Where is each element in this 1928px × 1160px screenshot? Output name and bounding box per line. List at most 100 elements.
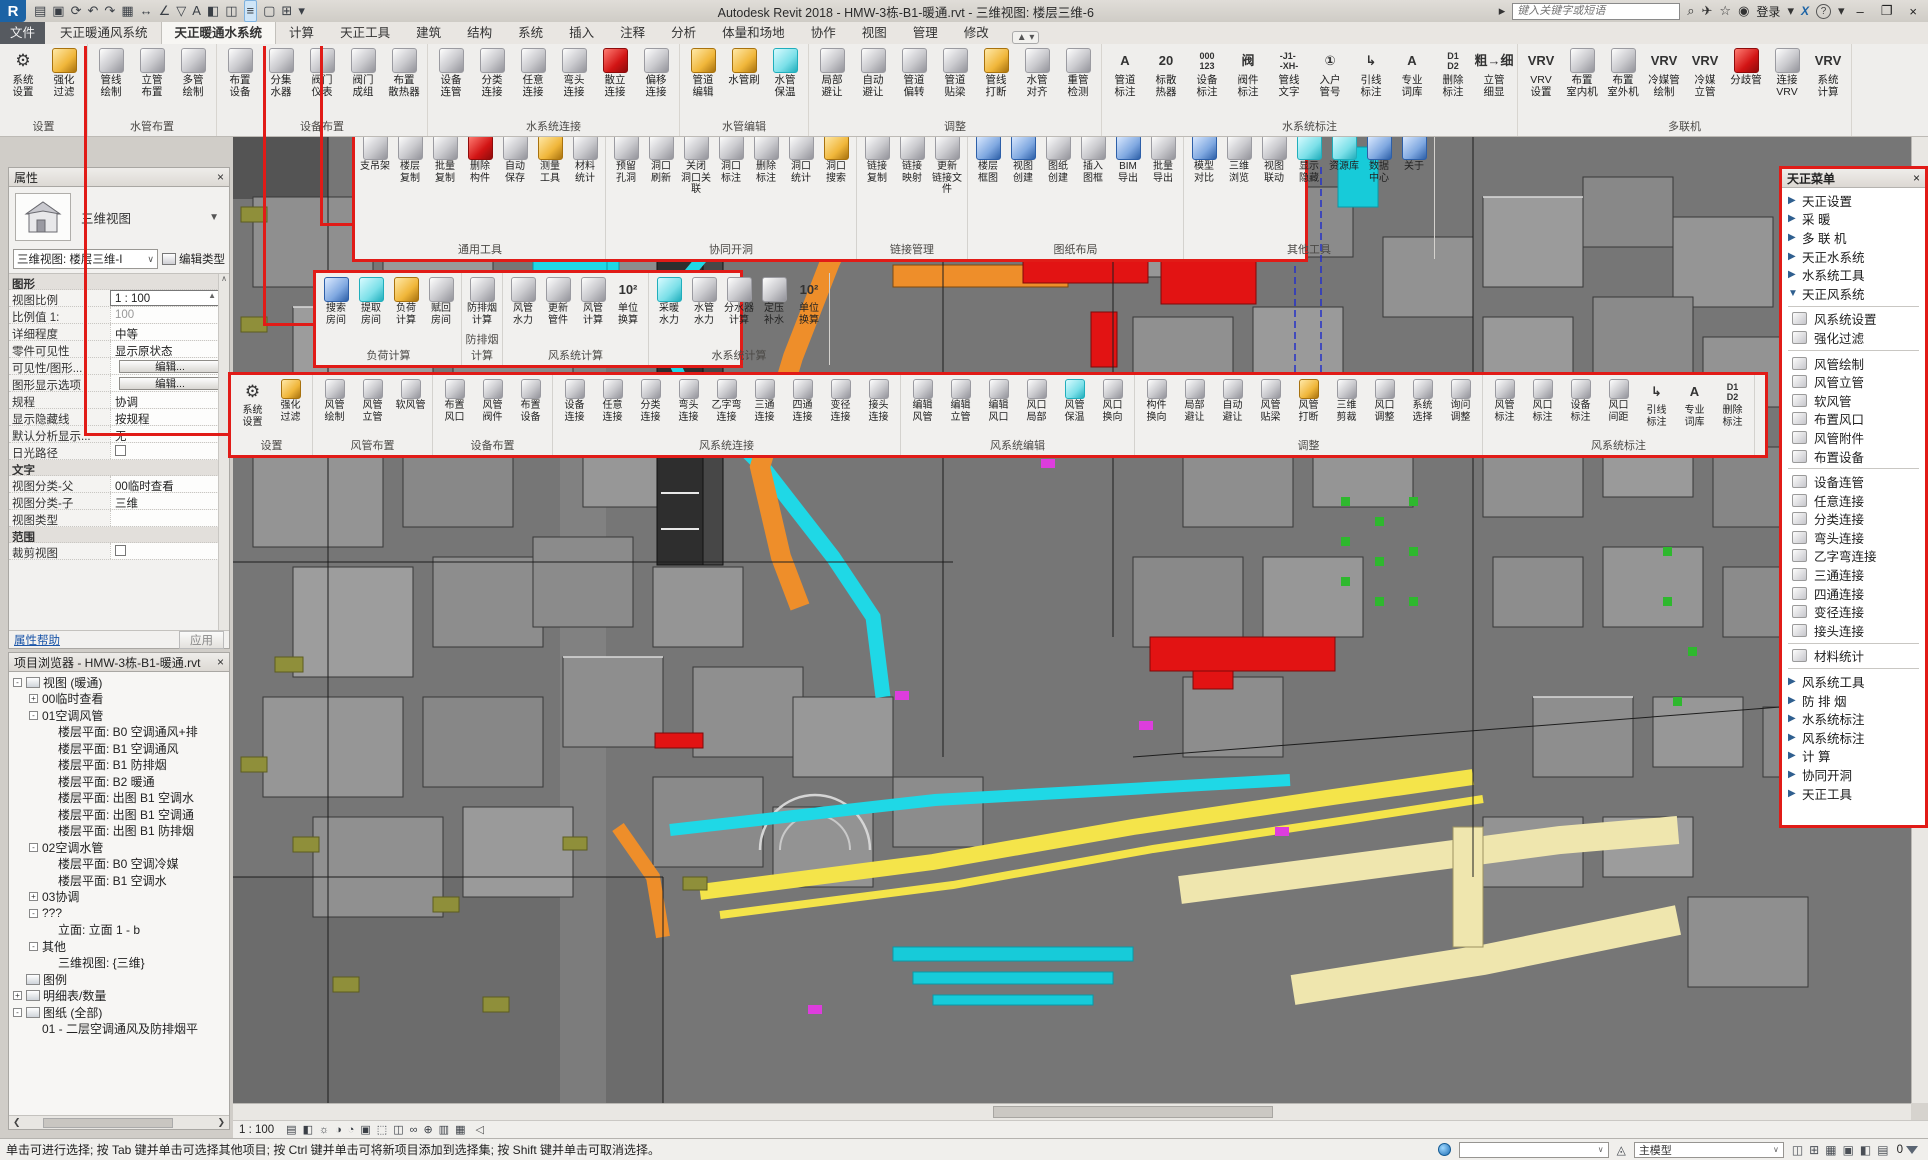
button-引线标注[interactable]: ↳引线 标注 <box>1638 377 1675 428</box>
prop-value[interactable]: 按规程 <box>110 409 229 425</box>
reveal-hidden-icon[interactable]: ⊕ <box>423 1123 432 1136</box>
button-风管阀件[interactable]: 风管 阀件 <box>474 377 511 423</box>
button-连接VRV[interactable]: 连接 VRV <box>1767 46 1807 98</box>
prop-section-文字[interactable]: 文字⌃ <box>9 460 229 476</box>
expand-icon[interactable]: - <box>29 843 38 852</box>
button-任意连接[interactable]: 任意 连接 <box>594 377 631 423</box>
button-变径连接[interactable]: 变径 连接 <box>822 377 859 423</box>
button-询问调整[interactable]: 询问 调整 <box>1442 377 1479 423</box>
button-分集水器[interactable]: 分集 水器 <box>261 46 301 98</box>
type-caret-icon[interactable]: ▼ <box>209 212 219 223</box>
prop-value[interactable] <box>110 443 229 459</box>
prop-value[interactable]: 1 : 100▲▼ <box>110 290 229 306</box>
tree-item[interactable]: -图纸 (全部) <box>9 1004 229 1021</box>
button-构件换向[interactable]: 构件 换向 <box>1138 377 1175 423</box>
button-预留孔洞[interactable]: 预留 孔洞 <box>609 133 643 184</box>
tab-天正工具[interactable]: 天正工具 <box>327 19 403 44</box>
button-布置设备[interactable]: 布置 设备 <box>512 377 549 423</box>
button-风管标注[interactable]: 风管 标注 <box>1486 377 1523 423</box>
crop-view-icon[interactable]: ▣ <box>360 1123 370 1136</box>
button-水管对齐[interactable]: 水管 对齐 <box>1017 46 1057 98</box>
redo-icon[interactable]: ↷ <box>104 1 115 21</box>
button-三通连接[interactable]: 三通 连接 <box>746 377 783 423</box>
tree-item[interactable]: 01 - 二层空调通风及防排烟平 <box>9 1021 229 1038</box>
button-水管刷[interactable]: 水管刷 <box>724 46 764 86</box>
signin-button[interactable]: 登录 <box>1756 3 1780 20</box>
button-立管细显[interactable]: 粗→细立管 细显 <box>1474 46 1514 98</box>
button-风管打断[interactable]: 风管 打断 <box>1290 377 1327 423</box>
button-楼层框图[interactable]: 楼层 框图 <box>971 133 1005 184</box>
properties-close-icon[interactable]: × <box>217 170 224 184</box>
button-设备连管[interactable]: 设备 连管 <box>431 46 471 98</box>
button-删除构件[interactable]: 删除 构件 <box>463 133 497 184</box>
button-管道贴梁[interactable]: 管道 贴梁 <box>935 46 975 98</box>
menu-item-风管立管[interactable]: 风管立管 <box>1782 372 1925 391</box>
menu-item-风系统标注[interactable]: ▶风系统标注 <box>1782 728 1925 747</box>
canvas-horizontal-scrollbar[interactable] <box>233 1103 1911 1120</box>
tab-建筑[interactable]: 建筑 <box>403 19 454 44</box>
button-编辑风口[interactable]: 编辑 风口 <box>980 377 1017 423</box>
button-冷媒管绘制[interactable]: VRV冷媒管 绘制 <box>1644 46 1684 98</box>
button-模型对比[interactable]: 模型 对比 <box>1187 133 1221 184</box>
apply-button[interactable]: 应用 <box>179 631 224 649</box>
menu-item-布置风口[interactable]: 布置风口 <box>1782 410 1925 429</box>
signin-caret-icon[interactable]: ▾ <box>1787 3 1794 19</box>
button-管线打断[interactable]: 管线 打断 <box>976 46 1016 98</box>
tree-item[interactable]: 楼层平面: B1 空调通风 <box>9 740 229 757</box>
menu-item-防排烟[interactable]: ▶防 排 烟 <box>1782 691 1925 710</box>
button-散立连接[interactable]: 散立 连接 <box>595 46 635 98</box>
button-风管绘制[interactable]: 风管 绘制 <box>316 377 353 423</box>
project-browser-header[interactable]: 项目浏览器 - HMW-3栋-B1-暖通.rvt × <box>9 653 229 672</box>
button-分歧管[interactable]: 分歧管 <box>1726 46 1766 86</box>
button-布置设备[interactable]: 布置 设备 <box>220 46 260 98</box>
button-局部避让[interactable]: 局部 避让 <box>812 46 852 98</box>
menu-item-四通连接[interactable]: 四通连接 <box>1782 584 1925 603</box>
menu-item-水系统工具[interactable]: ▶水系统工具 <box>1782 265 1925 284</box>
button-冷媒立管[interactable]: VRV冷媒 立管 <box>1685 46 1725 98</box>
menu-item-水系统标注[interactable]: ▶水系统标注 <box>1782 709 1925 728</box>
expand-icon[interactable]: + <box>29 892 38 901</box>
lock-view-icon[interactable]: ◫ <box>393 1123 403 1136</box>
button-显示隐藏[interactable]: 显示 隐藏 <box>1292 133 1326 184</box>
button-自动避让[interactable]: 自动 避让 <box>853 46 893 98</box>
tree-item[interactable]: 楼层平面: B2 暖通 <box>9 773 229 790</box>
default-3d-view-icon[interactable]: ◧ <box>207 1 219 21</box>
prop-section-范围[interactable]: 范围⌃ <box>9 527 229 543</box>
properties-help-link[interactable]: 属性帮助 <box>14 632 60 648</box>
button-风口局部[interactable]: 风口 局部 <box>1018 377 1055 423</box>
button-专业词库[interactable]: A专业 词库 <box>1676 377 1713 428</box>
button-布置散热器[interactable]: 布置 散热器 <box>384 46 424 98</box>
menu-item-材料统计[interactable]: 材料统计 <box>1782 647 1925 666</box>
tab-管理[interactable]: 管理 <box>900 19 951 44</box>
tab-体量和场地[interactable]: 体量和场地 <box>709 19 798 44</box>
prop-value[interactable]: 显示原状态 <box>110 341 229 357</box>
tree-item[interactable]: -其他 <box>9 938 229 955</box>
button-洞口统计[interactable]: 洞口 统计 <box>784 133 818 184</box>
shadows-icon[interactable]: ◑ <box>335 1124 342 1136</box>
button-负荷计算[interactable]: 负荷 计算 <box>389 275 423 326</box>
button-偏移连接[interactable]: 偏移 连接 <box>636 46 676 98</box>
customize-qat-icon[interactable]: ▾ <box>298 1 305 21</box>
menu-item-变径连接[interactable]: 变径连接 <box>1782 602 1925 621</box>
tree-item[interactable]: -02空调水管 <box>9 839 229 856</box>
prop-value[interactable]: 编辑... <box>110 375 229 391</box>
button-重管检测[interactable]: 重管 检测 <box>1058 46 1098 98</box>
tab-文件[interactable]: 文件 <box>0 19 45 44</box>
button-风口间距[interactable]: 风口 间距 <box>1600 377 1637 423</box>
button-系统计算[interactable]: VRV系统 计算 <box>1808 46 1848 98</box>
tab-天正暖通风系统[interactable]: 天正暖通风系统 <box>47 19 161 44</box>
prop-value[interactable]: 协调 <box>110 392 229 408</box>
editable-only-icon[interactable]: ◫ <box>1792 1143 1803 1157</box>
button-风管水力[interactable]: 风管 水力 <box>506 275 540 326</box>
button-三维剪裁[interactable]: 三维 剪裁 <box>1328 377 1365 423</box>
favorites-icon[interactable]: ☆ <box>1719 3 1731 19</box>
worksets-dropdown[interactable]: ∨ <box>1459 1142 1609 1158</box>
button-水管保温[interactable]: 水管 保温 <box>765 46 805 98</box>
aligned-dimension-icon[interactable]: ∠ <box>159 1 171 21</box>
drag-on-selection-icon[interactable]: ▤ <box>1877 1143 1888 1157</box>
prop-value[interactable] <box>110 510 229 526</box>
button-支吊架[interactable]: 支吊架 <box>358 133 392 173</box>
project-browser-close-icon[interactable]: × <box>217 655 224 669</box>
tab-结构[interactable]: 结构 <box>454 19 505 44</box>
button-风口换向[interactable]: 风口 换向 <box>1094 377 1131 423</box>
